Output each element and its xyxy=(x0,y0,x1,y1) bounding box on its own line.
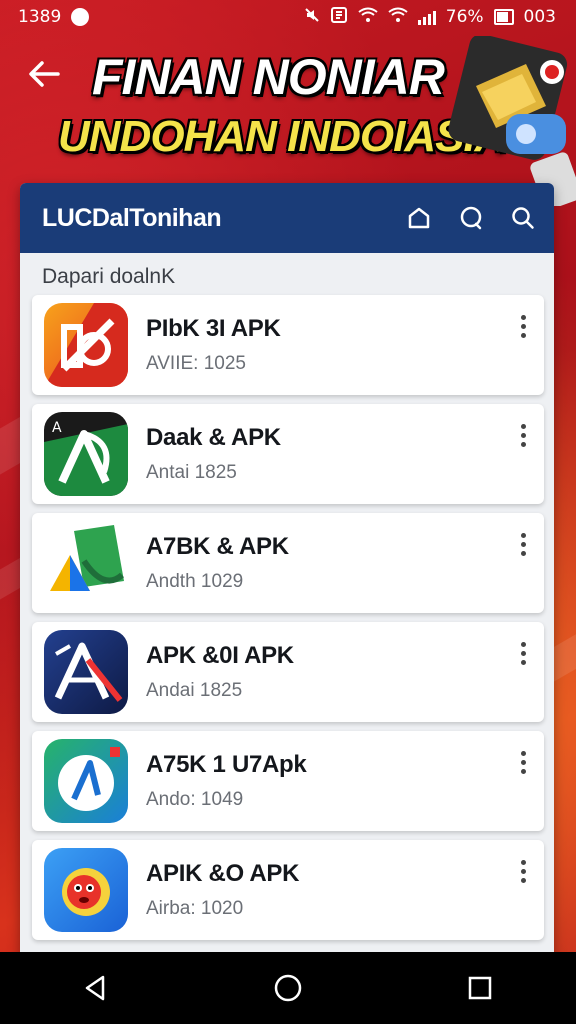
app-list-item[interactable]: APK &0I APK Andai 1825 xyxy=(32,622,544,722)
app-logo-icon: A xyxy=(44,412,128,496)
app-brand: LUCDalTonihan xyxy=(42,203,222,232)
app-logo-icon xyxy=(44,739,128,823)
home-icon[interactable] xyxy=(402,201,436,235)
more-options-icon[interactable] xyxy=(516,860,530,886)
more-options-icon[interactable] xyxy=(516,315,530,341)
app-list: PIbK 3I APK AVIIE: 1025 A Daak & APK Ant… xyxy=(32,295,544,949)
app-logo-icon xyxy=(44,848,128,932)
app-list-item[interactable]: A Daak & APK Antai 1825 xyxy=(32,404,544,504)
battery-icon xyxy=(493,9,514,25)
app-logo-icon xyxy=(44,303,128,387)
more-options-icon[interactable] xyxy=(516,751,530,777)
alarm-icon xyxy=(330,6,348,29)
banner-illustration xyxy=(436,34,576,210)
status-time: 1389 xyxy=(18,7,62,27)
app-name: PIbK 3I APK xyxy=(146,315,281,342)
more-options-icon[interactable] xyxy=(516,533,530,559)
section-label: Dapari doalnK xyxy=(42,265,176,288)
app-subtitle: AVIIE: 1025 xyxy=(146,353,246,374)
app-logo-icon xyxy=(44,630,128,714)
app-subtitle: Andth 1029 xyxy=(146,571,244,592)
chat-icon[interactable] xyxy=(454,201,488,235)
nav-back-icon[interactable] xyxy=(76,968,116,1008)
system-nav-bar xyxy=(0,952,576,1024)
app-logo-icon xyxy=(44,521,128,605)
status-extra: 003 xyxy=(523,7,556,27)
app-subtitle: Andai 1825 xyxy=(146,680,243,701)
app-subtitle: Airba: 1020 xyxy=(146,898,244,919)
app-name: A7BK & APK xyxy=(146,533,289,560)
app-list-item[interactable]: PIbK 3I APK AVIIE: 1025 xyxy=(32,295,544,395)
app-name: APIK &O APK xyxy=(146,860,300,887)
app-name: APK &0I APK xyxy=(146,642,294,669)
more-options-icon[interactable] xyxy=(516,424,530,450)
app-list-card: LUCDalTonihan Dapari doalnK PIbK 3I APK … xyxy=(20,183,554,963)
app-bar: LUCDalTonihan xyxy=(20,183,554,253)
back-arrow-icon[interactable] xyxy=(26,56,62,92)
app-subtitle: Antai 1825 xyxy=(146,462,237,483)
notification-icon xyxy=(71,8,90,26)
app-list-item[interactable]: A7BK & APK Andth 1029 xyxy=(32,513,544,613)
nav-home-icon[interactable] xyxy=(268,968,308,1008)
wifi-icon-2 xyxy=(388,7,408,28)
app-list-item[interactable]: A75K 1 U7Apk Ando: 1049 xyxy=(32,731,544,831)
app-name: A75K 1 U7Apk xyxy=(146,751,307,778)
mute-icon xyxy=(304,7,320,28)
battery-percent: 76% xyxy=(445,7,484,27)
svg-text:A: A xyxy=(52,420,62,436)
app-subtitle: Ando: 1049 xyxy=(146,789,244,810)
banner-title-line1: FINAN NONIAR xyxy=(92,49,445,105)
more-options-icon[interactable] xyxy=(516,642,530,668)
search-icon[interactable] xyxy=(506,201,540,235)
app-list-item[interactable]: APIK &O APK Airba: 1020 xyxy=(32,840,544,940)
wifi-icon xyxy=(358,7,378,28)
signal-icon xyxy=(417,9,436,25)
app-name: Daak & APK xyxy=(146,424,281,451)
status-bar: 1389 76% 003 xyxy=(0,0,576,34)
nav-recents-icon[interactable] xyxy=(460,968,500,1008)
